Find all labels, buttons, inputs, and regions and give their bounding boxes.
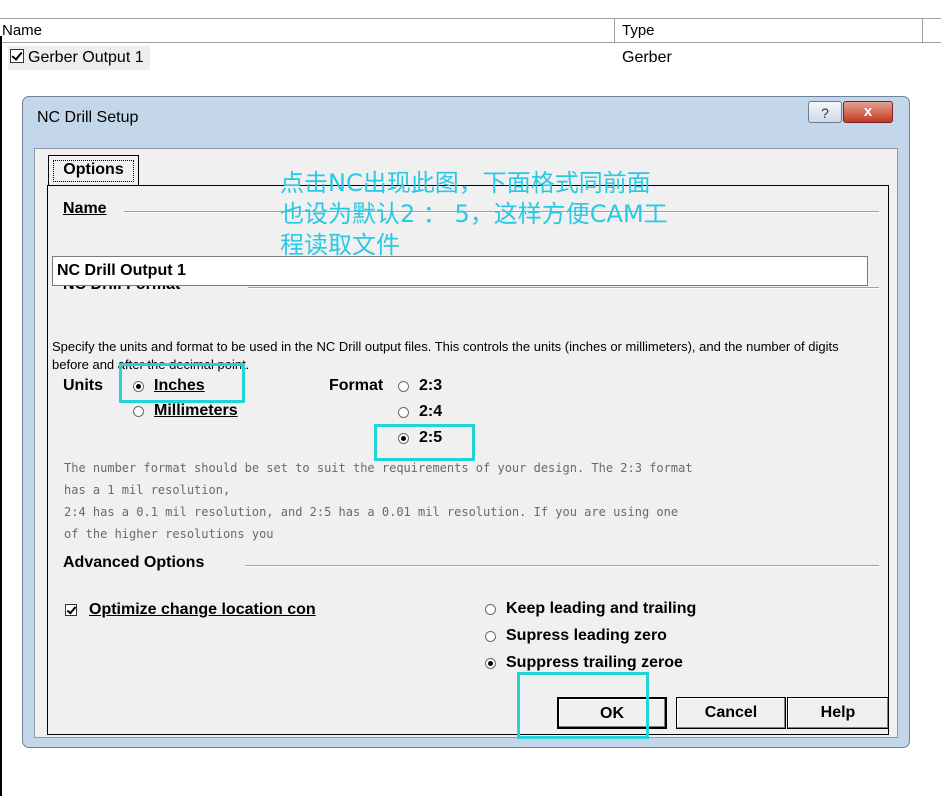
radio-format-2-3[interactable]: 2:3 — [398, 377, 442, 395]
list-item-name: Gerber Output 1 — [28, 49, 144, 66]
cancel-button[interactable]: Cancel — [676, 697, 786, 729]
tab-options[interactable]: Options — [48, 155, 139, 185]
advanced-separator — [245, 565, 879, 567]
list-header: Name Type — [0, 0, 941, 43]
optimize-checkbox[interactable]: Optimize change location con — [65, 601, 316, 619]
radio-button[interactable] — [485, 657, 496, 669]
checkbox[interactable] — [65, 604, 77, 616]
radio-format-2-4[interactable]: 2:4 — [398, 403, 442, 421]
radio-format-2-4-label: 2:4 — [419, 403, 443, 420]
radio-keep-label: Keep leading and trailing — [506, 600, 697, 617]
radio-button[interactable] — [398, 380, 409, 392]
radio-button[interactable] — [133, 405, 144, 417]
format-separator — [248, 287, 879, 289]
column-header-type[interactable]: Type — [616, 19, 923, 42]
tab-focus-rect — [53, 160, 134, 182]
annotation-line: 也设为默认2 ： 5，这样方便CAM工 — [280, 200, 668, 228]
help-icon: ? — [821, 105, 829, 121]
list-item-checkbox[interactable] — [10, 49, 24, 63]
close-icon: x — [863, 103, 873, 120]
help-button[interactable]: Help — [787, 697, 889, 729]
list-item[interactable]: Gerber Output 1 — [8, 46, 150, 70]
column-header-name[interactable]: Name — [0, 19, 615, 42]
advanced-section-label: Advanced Options — [63, 554, 205, 571]
radio-format-2-3-label: 2:3 — [419, 377, 443, 394]
radio-supress-leading-label: Supress leading zero — [506, 627, 667, 644]
annotation-text: 点击NC出现此图，下面格式同前面 也设为默认2 ： 5，这样方便CAM工 程读取… — [280, 168, 780, 261]
radio-button[interactable] — [485, 630, 496, 642]
radio-millimeters[interactable]: Millimeters — [133, 402, 238, 420]
annotation-line: 程读取文件 — [280, 231, 400, 259]
highlight-inches — [119, 363, 245, 403]
window-edge — [0, 36, 2, 796]
list-item-type: Gerber — [622, 49, 672, 66]
radio-button[interactable] — [398, 406, 409, 418]
name-section-label: Name — [63, 200, 107, 217]
radio-millimeters-label: Millimeters — [154, 402, 238, 419]
dialog-title: NC Drill Setup — [37, 109, 139, 126]
list-header-row: Name Type — [0, 18, 941, 43]
radio-suppress-trailing-zero[interactable]: Suppress trailing zeroe — [485, 654, 683, 672]
radio-button[interactable] — [485, 603, 496, 615]
format-help-text: The number format should be set to suit … — [64, 461, 693, 541]
annotation-line: 点击NC出现此图，下面格式同前面 — [280, 169, 651, 197]
highlight-ok-button — [517, 672, 649, 739]
optimize-label: Optimize change location con — [89, 601, 316, 618]
radio-suppress-trailing-label: Suppress trailing zeroe — [506, 654, 683, 671]
radio-keep-leading-trailing[interactable]: Keep leading and trailing — [485, 600, 696, 618]
format-label: Format — [329, 377, 384, 394]
title-help-button[interactable]: ? — [808, 101, 842, 123]
units-label: Units — [63, 377, 103, 394]
radio-supress-leading-zero[interactable]: Supress leading zero — [485, 627, 667, 645]
title-close-button[interactable]: x — [843, 101, 893, 123]
highlight-format-2-5 — [374, 424, 475, 461]
